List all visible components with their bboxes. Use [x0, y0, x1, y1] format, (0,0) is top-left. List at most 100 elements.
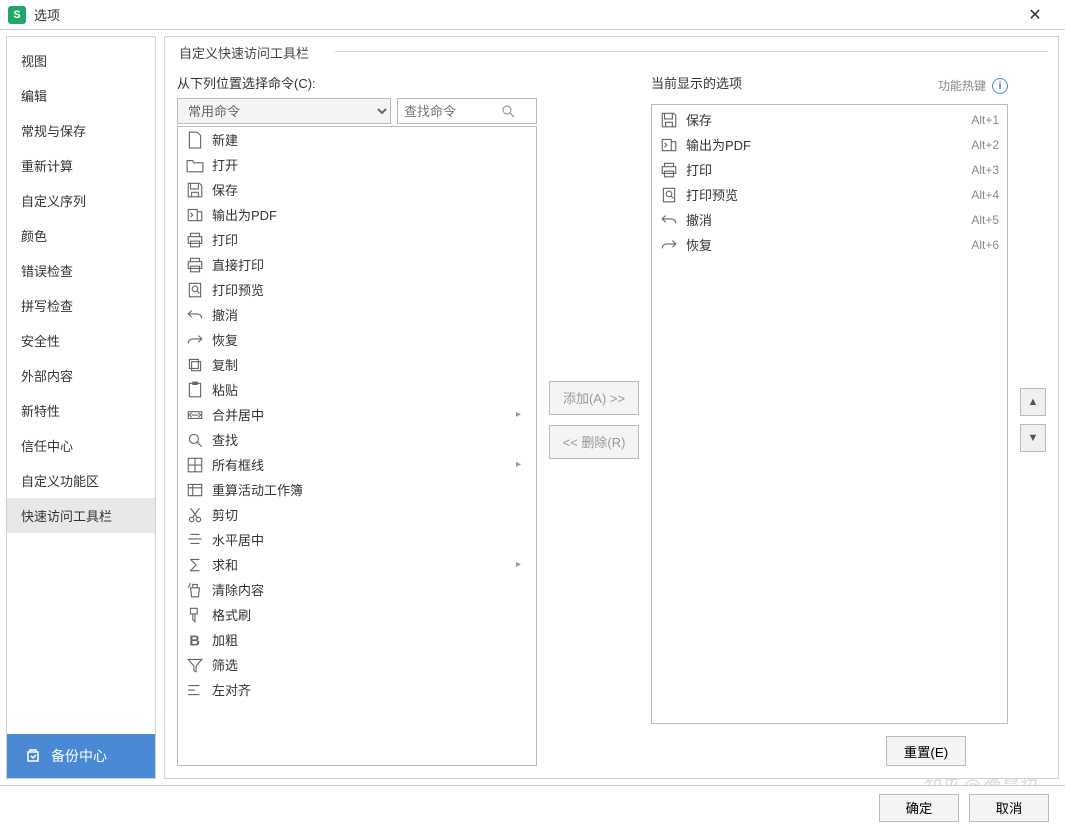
sidebar-item[interactable]: 自定义序列 — [7, 183, 155, 218]
sidebar-item[interactable]: 视图 — [7, 43, 155, 78]
sidebar-item[interactable]: 自定义功能区 — [7, 463, 155, 498]
cut-icon — [186, 506, 204, 524]
sidebar-item[interactable]: 重新计算 — [7, 148, 155, 183]
undo-icon — [660, 211, 678, 229]
shortcut-text: Alt+6 — [971, 238, 999, 252]
list-item[interactable]: 查找 — [178, 427, 536, 452]
list-item[interactable]: 恢复 — [178, 327, 536, 352]
list-item[interactable]: 左对齐 — [178, 677, 536, 702]
list-item[interactable]: 打开 — [178, 152, 536, 177]
undo-icon — [186, 306, 204, 324]
sidebar-item[interactable]: 错误检查 — [7, 253, 155, 288]
search-input-wrap — [397, 98, 537, 124]
sidebar-item[interactable]: 常规与保存 — [7, 113, 155, 148]
list-item[interactable]: 求和▸ — [178, 552, 536, 577]
border-icon — [186, 456, 204, 474]
hotkey-label[interactable]: 功能热键 i — [938, 77, 1008, 94]
list-item[interactable]: 打印预览Alt+4 — [652, 182, 1007, 207]
backup-label: 备份中心 — [51, 746, 107, 766]
filter-icon — [186, 656, 204, 674]
merge-icon — [186, 406, 204, 424]
add-button[interactable]: 添加(A) >> — [549, 381, 639, 415]
source-label: 从下列位置选择命令(C): — [177, 73, 537, 92]
transfer-buttons: 添加(A) >> << 删除(R) — [549, 73, 639, 766]
submenu-icon: ▸ — [516, 409, 528, 420]
list-item[interactable]: 恢复Alt+6 — [652, 232, 1007, 257]
reset-button[interactable]: 重置(E) — [886, 736, 966, 766]
backup-center-button[interactable]: 备份中心 — [7, 734, 155, 778]
hcenter-icon — [186, 531, 204, 549]
current-list[interactable]: 保存Alt+1输出为PDFAlt+2打印Alt+3打印预览Alt+4撤消Alt+… — [651, 104, 1008, 724]
submenu-icon: ▸ — [516, 459, 528, 470]
list-item[interactable]: 复制 — [178, 352, 536, 377]
recalc-icon — [186, 481, 204, 499]
list-item[interactable]: 所有框线▸ — [178, 452, 536, 477]
shortcut-text: Alt+4 — [971, 188, 999, 202]
list-item[interactable]: 加粗 — [178, 627, 536, 652]
clear-icon — [186, 581, 204, 599]
list-item[interactable]: 合并居中▸ — [178, 402, 536, 427]
new-icon — [186, 131, 204, 149]
list-item[interactable]: 打印预览 — [178, 277, 536, 302]
print-icon — [660, 161, 678, 179]
list-item[interactable]: 输出为PDFAlt+2 — [652, 132, 1007, 157]
current-label: 当前显示的选项 — [651, 73, 742, 92]
list-item[interactable]: 重算活动工作簿 — [178, 477, 536, 502]
save-icon — [660, 111, 678, 129]
list-item[interactable]: 筛选 — [178, 652, 536, 677]
sidebar-item[interactable]: 快速访问工具栏 — [7, 498, 155, 533]
sidebar: 视图编辑常规与保存重新计算自定义序列颜色错误检查拼写检查安全性外部内容新特性信任… — [6, 36, 156, 779]
redo-icon — [186, 331, 204, 349]
search-icon — [500, 103, 516, 119]
sidebar-item[interactable]: 外部内容 — [7, 358, 155, 393]
list-item[interactable]: 打印Alt+3 — [652, 157, 1007, 182]
fieldset-title: 自定义快速访问工具栏 — [175, 43, 313, 62]
cancel-button[interactable]: 取消 — [969, 794, 1049, 822]
window-title: 选项 — [34, 5, 60, 24]
sum-icon — [186, 556, 204, 574]
save-icon — [186, 181, 204, 199]
shortcut-text: Alt+1 — [971, 113, 999, 127]
close-button[interactable]: ✕ — [1015, 2, 1055, 27]
list-item[interactable]: 保存 — [178, 177, 536, 202]
move-down-button[interactable]: ▼ — [1020, 424, 1046, 452]
sidebar-item[interactable]: 拼写检查 — [7, 288, 155, 323]
list-item[interactable]: 新建 — [178, 127, 536, 152]
list-item[interactable]: 清除内容 — [178, 577, 536, 602]
list-item[interactable]: 粘贴 — [178, 377, 536, 402]
ok-button[interactable]: 确定 — [879, 794, 959, 822]
move-up-button[interactable]: ▲ — [1020, 388, 1046, 416]
list-item[interactable]: 保存Alt+1 — [652, 107, 1007, 132]
list-item[interactable]: 格式刷 — [178, 602, 536, 627]
app-icon: S — [8, 6, 26, 24]
shortcut-text: Alt+3 — [971, 163, 999, 177]
list-item[interactable]: 打印 — [178, 227, 536, 252]
sidebar-item[interactable]: 编辑 — [7, 78, 155, 113]
remove-button[interactable]: << 删除(R) — [549, 425, 639, 459]
content-panel: 自定义快速访问工具栏 从下列位置选择命令(C): 常用命令 新建打开保存输出为P… — [164, 36, 1059, 779]
pdf-icon — [186, 206, 204, 224]
preview-icon — [660, 186, 678, 204]
sidebar-item[interactable]: 安全性 — [7, 323, 155, 358]
sidebar-item[interactable]: 信任中心 — [7, 428, 155, 463]
bold-icon — [186, 631, 204, 649]
list-item[interactable]: 剪切 — [178, 502, 536, 527]
info-icon: i — [992, 78, 1008, 94]
format-icon — [186, 606, 204, 624]
list-item[interactable]: 输出为PDF — [178, 202, 536, 227]
left-icon — [186, 681, 204, 699]
list-item[interactable]: 水平居中 — [178, 527, 536, 552]
sidebar-item[interactable]: 颜色 — [7, 218, 155, 253]
shortcut-text: Alt+5 — [971, 213, 999, 227]
list-item[interactable]: 直接打印 — [178, 252, 536, 277]
redo-icon — [660, 236, 678, 254]
titlebar: S 选项 ✕ — [0, 0, 1065, 30]
category-dropdown[interactable]: 常用命令 — [177, 98, 391, 124]
backup-icon — [25, 748, 41, 764]
source-list[interactable]: 新建打开保存输出为PDF打印直接打印打印预览撤消恢复复制粘贴合并居中▸查找所有框… — [177, 126, 537, 766]
search-input[interactable] — [404, 104, 500, 119]
list-item[interactable]: 撤消 — [178, 302, 536, 327]
submenu-icon: ▸ — [516, 559, 528, 570]
sidebar-item[interactable]: 新特性 — [7, 393, 155, 428]
list-item[interactable]: 撤消Alt+5 — [652, 207, 1007, 232]
